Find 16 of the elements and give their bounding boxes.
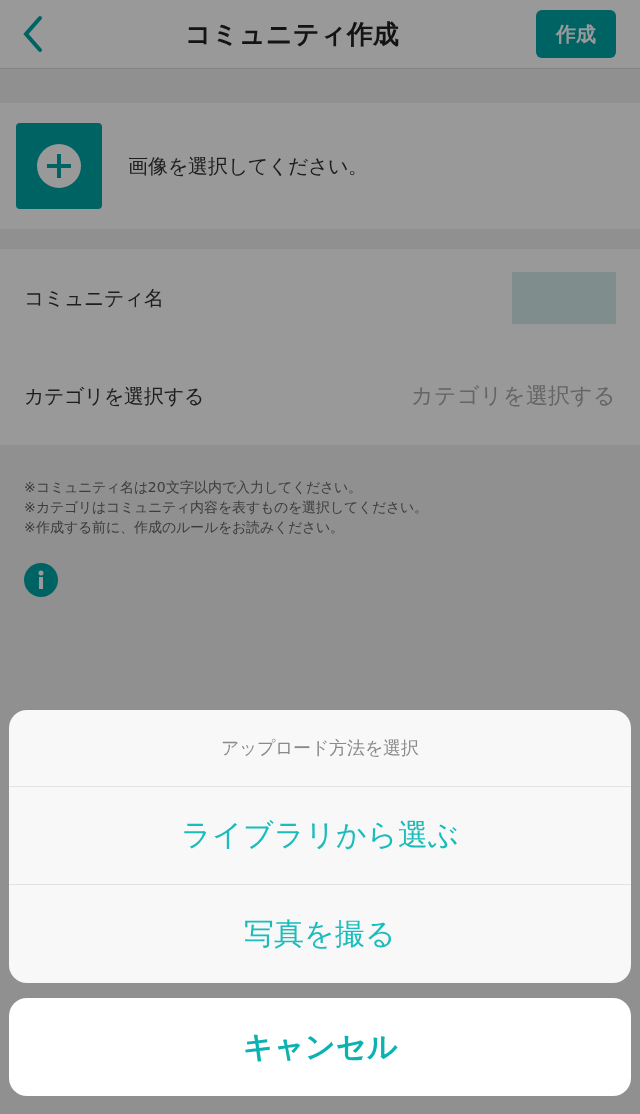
create-button[interactable]: 作成 xyxy=(536,10,616,58)
note-text: ※作成する前に、作成のルールをお読みください。 xyxy=(24,519,345,537)
image-prompt: 画像を選択してください。 xyxy=(128,152,368,180)
cancel-button[interactable]: キャンセル xyxy=(9,998,631,1096)
field-label: コミュニティ名 xyxy=(24,284,164,312)
sheet-title: アップロード方法を選択 xyxy=(9,710,631,787)
note-text: ※コミュニティ名は20文字以内で入力してください。 xyxy=(24,479,363,497)
page-title: コミュニティ作成 xyxy=(185,17,399,51)
plus-icon xyxy=(37,144,81,188)
field-label: カテゴリを選択する xyxy=(24,382,204,410)
input-field[interactable] xyxy=(512,272,616,324)
sheet-option[interactable]: ライブラリから選ぶ xyxy=(9,787,631,885)
sheet-option[interactable]: 写真を撮る xyxy=(9,885,631,983)
info-icon[interactable] xyxy=(24,563,58,597)
note-text: ※カテゴリはコミュニティ内容を表すものを選択してください。 xyxy=(24,499,429,517)
add-image-button[interactable] xyxy=(16,123,102,209)
